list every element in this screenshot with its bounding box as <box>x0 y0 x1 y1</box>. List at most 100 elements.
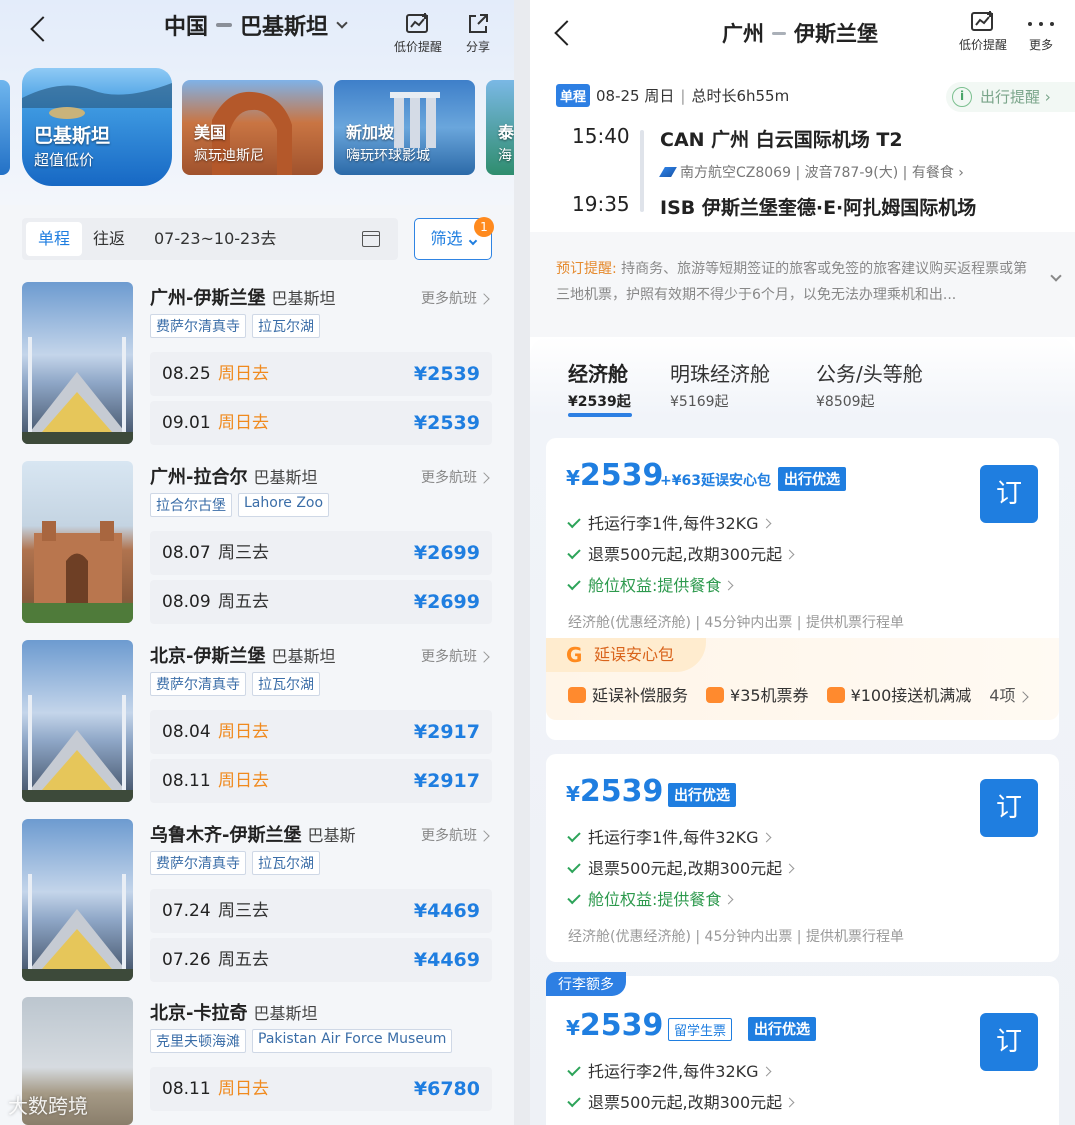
route-name: 广州-拉合尔 巴基斯坦 <box>150 467 318 488</box>
refund-info[interactable]: 退票500元起,改期300元起 <box>568 541 793 565</box>
route-card[interactable]: 北京-伊斯兰堡 巴基斯坦 更多航班 费萨尔清真寺 拉瓦尔湖 08.04 周日去 ¥… <box>22 640 492 803</box>
poi-tag[interactable]: Pakistan Air Force Museum <box>252 1029 453 1053</box>
faisal-mosque-illustration <box>22 695 133 802</box>
price-alert-button[interactable]: 低价提醒 <box>390 12 446 55</box>
promo-card-partial[interactable] <box>0 80 10 175</box>
flight-price-row[interactable]: 07.26 周五去 ¥4469 <box>150 938 492 982</box>
filter-count-badge: 1 <box>474 217 494 237</box>
tab-business-first[interactable]: 公务/头等舱 ¥8509起 <box>816 358 923 411</box>
more-items-link[interactable]: 4项 <box>989 682 1027 706</box>
screenshot-root: 中国 巴基斯坦 低价提醒 分享 巴基斯坦 超值低价 美国 疯玩迪斯尼 新加坡 嗨… <box>0 0 1075 1125</box>
back-icon[interactable] <box>552 22 574 44</box>
more-flights-link[interactable]: 更多航班 <box>421 646 488 666</box>
route-title[interactable]: 中国 巴基斯坦 <box>164 10 348 40</box>
timeline-bar <box>640 130 644 212</box>
promo-card-usa[interactable]: 美国 疯玩迪斯尼 <box>182 80 323 175</box>
flight-price: ¥2539 <box>413 363 480 385</box>
tab-roundtrip[interactable]: 往返 <box>84 222 134 256</box>
route-arrow-icon <box>772 31 786 35</box>
fare-card[interactable]: ¥2539 +¥63延误安心包 出行优选 订 托运行李1件,每件32KG 退票5… <box>546 438 1059 740</box>
ticket-coupon: ¥35机票券 <box>706 682 809 706</box>
route-card[interactable]: 广州-伊斯兰堡 巴基斯坦 更多航班 费萨尔清真寺 拉瓦尔湖 08.25 周日去 ¥… <box>22 282 492 445</box>
calendar-icon[interactable] <box>362 231 380 247</box>
delay-package[interactable]: 延误安心包 延误补偿服务 ¥35机票券 ¥100接送机满减 4项 <box>546 638 1059 720</box>
booking-notice[interactable]: 预订提醒: 持商务、旅游等短期签证的旅客或免签的旅客建议购买返程票或第三地机票，… <box>530 232 1075 337</box>
more-flights-link[interactable]: 更多航班 <box>421 288 488 308</box>
poi-tag[interactable]: 费萨尔清真寺 <box>150 672 246 696</box>
flight-price-row[interactable]: 08.09 周五去 ¥2699 <box>150 580 492 624</box>
preferred-badge: 出行优选 <box>748 1017 816 1041</box>
poi-tag[interactable]: Lahore Zoo <box>238 493 330 517</box>
flight-price-row[interactable]: 08.04 周日去 ¥2917 <box>150 710 492 754</box>
refund-info[interactable]: 退票500元起,改期300元起 <box>568 855 793 879</box>
travel-reminder-button[interactable]: 出行提醒 › <box>946 82 1075 112</box>
mosque-image <box>22 640 133 802</box>
share-button[interactable]: 分享 <box>462 12 494 55</box>
tab-oneway[interactable]: 单程 <box>26 222 82 256</box>
flight-weekday: 周五去 <box>218 592 269 612</box>
price-alert-button[interactable]: 低价提醒 <box>954 10 1012 53</box>
price-alert-icon <box>406 13 428 33</box>
fare-card[interactable]: ¥2539 出行优选 订 托运行李1件,每件32KG 退票500元起,改期300… <box>546 754 1059 962</box>
route-card[interactable]: 广州-拉合尔 巴基斯坦 更多航班 拉合尔古堡 Lahore Zoo 08.07 周… <box>22 461 492 624</box>
flight-price: ¥2699 <box>413 542 480 564</box>
flight-date: 07.24 <box>162 901 211 921</box>
route-card[interactable]: 北京-卡拉奇 巴基斯坦 克里夫顿海滩 Pakistan Air Force Mus… <box>22 997 492 1125</box>
flight-weekday: 周五去 <box>218 950 269 970</box>
fare-card[interactable]: 行李额多 ¥2539 留学生票 出行优选 订 托运行李2件,每件32KG 退票5… <box>546 972 1059 1125</box>
cabin-benefit[interactable]: 舱位权益:提供餐食 <box>568 572 732 596</box>
promo-title: 美国 <box>194 123 227 142</box>
promo-card-pakistan[interactable]: 巴基斯坦 超值低价 <box>22 68 172 186</box>
poi-tag[interactable]: 拉瓦尔湖 <box>252 314 320 338</box>
flight-price-row[interactable]: 07.24 周三去 ¥4469 <box>150 889 492 933</box>
book-button[interactable]: 订 <box>980 465 1038 523</box>
baggage-info[interactable]: 托运行李1件,每件32KG <box>568 824 770 848</box>
mosque-image <box>22 819 133 981</box>
baggage-info[interactable]: 托运行李1件,每件32KG <box>568 510 770 534</box>
flight-weekday: 周日去 <box>218 722 269 742</box>
promo-title: 新加坡 <box>346 123 395 142</box>
origin-label: 广州 <box>722 22 764 46</box>
flight-date: 07.26 <box>162 950 211 970</box>
flight-price-row[interactable]: 09.01 周日去 ¥2539 <box>150 401 492 445</box>
more-flights-link[interactable]: 更多航班 <box>421 825 488 845</box>
poi-tag[interactable]: 拉瓦尔湖 <box>252 672 320 696</box>
route-card[interactable]: 乌鲁木齐-伊斯兰堡 巴基斯 更多航班 费萨尔清真寺 拉瓦尔湖 07.24 周三去 … <box>22 819 492 982</box>
poi-tag[interactable]: 克里夫顿海滩 <box>150 1029 246 1053</box>
poi-tag[interactable]: 费萨尔清真寺 <box>150 314 246 338</box>
cabin-benefit[interactable]: 舱位权益:提供餐食 <box>568 886 732 910</box>
poi-tag[interactable]: 拉合尔古堡 <box>150 493 232 517</box>
flight-date: 08.11 <box>162 1079 211 1099</box>
more-flights-link[interactable]: 更多航班 <box>421 467 488 487</box>
airline-info[interactable]: 南方航空CZ8069 | 波音787-9(大) | 有餐食 › <box>659 162 964 182</box>
baggage-info[interactable]: 托运行李2件,每件32KG <box>568 1058 770 1082</box>
fare-meta: 经济舱(优惠经济舱) | 45分钟内出票 | 提供机票行程单 <box>568 929 904 945</box>
book-button[interactable]: 订 <box>980 1013 1038 1071</box>
student-ticket-tag: 留学生票 <box>668 1018 733 1041</box>
route-name: 北京-伊斯兰堡 巴基斯坦 <box>150 646 336 667</box>
date-range[interactable]: 07-23~10-23去 <box>154 218 276 260</box>
flight-summary: 单程 08-25 周日 | 总时长6h55m <box>556 84 789 107</box>
chevron-down-icon <box>336 17 348 29</box>
flight-price-row[interactable]: 08.11 周日去 ¥6780 <box>150 1067 492 1111</box>
tab-economy[interactable]: 经济舱 ¥2539起 <box>568 358 632 417</box>
more-button[interactable]: 更多 <box>1024 12 1058 53</box>
poi-tag[interactable]: 费萨尔清真寺 <box>150 851 246 875</box>
book-button[interactable]: 订 <box>980 779 1038 837</box>
refund-info[interactable]: 退票500元起,改期300元起 <box>568 1089 793 1113</box>
promo-card-thailand[interactable]: 泰 海 <box>486 80 514 175</box>
poi-tag[interactable]: 拉瓦尔湖 <box>252 851 320 875</box>
chevron-down-icon[interactable] <box>1050 270 1062 282</box>
flight-price-row[interactable]: 08.11 周日去 ¥2917 <box>150 759 492 803</box>
route-title: 广州 伊斯兰堡 <box>722 18 878 48</box>
fare-price: ¥2539 <box>566 458 664 493</box>
delay-compensation: 延误补偿服务 <box>568 682 688 706</box>
watermark: 大数跨境 <box>8 1094 88 1118</box>
back-icon[interactable] <box>28 18 50 40</box>
promo-card-singapore[interactable]: 新加坡 嗨玩环球影城 <box>334 80 475 175</box>
flight-price-row[interactable]: 08.25 周日去 ¥2539 <box>150 352 492 396</box>
route-tags: 拉合尔古堡 Lahore Zoo <box>150 493 330 517</box>
flight-price-row[interactable]: 08.07 周三去 ¥2699 <box>150 531 492 575</box>
route-tags: 费萨尔清真寺 拉瓦尔湖 <box>150 314 320 338</box>
tab-pearl-economy[interactable]: 明珠经济舱 ¥5169起 <box>670 358 770 411</box>
